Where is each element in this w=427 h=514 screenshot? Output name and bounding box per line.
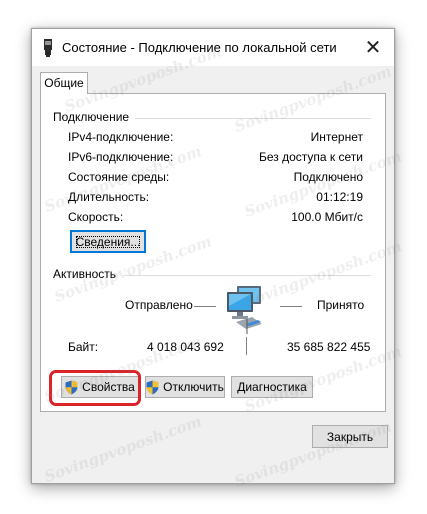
title-bar[interactable]: Состояние - Подключение по локальной сет… [32,29,394,66]
bytes-received-value: 35 685 822 455 [287,340,371,354]
disable-button-label: Отключить [163,380,224,394]
diagnose-button[interactable]: Диагностика [231,376,313,398]
close-button[interactable]: Закрыть [312,425,388,448]
ipv4-label: IPv4-подключение: [68,130,174,144]
close-button-label: Закрыть [326,429,374,444]
close-window-button[interactable]: ✕ [352,29,394,66]
activity-group-title: Активность [53,267,121,281]
properties-button[interactable]: Свойства [61,376,139,398]
speed-label: Скорость: [68,210,124,224]
ipv6-label: IPv6-подключение: [68,150,174,164]
received-connector-line [280,306,302,307]
status-dialog: Состояние - Подключение по локальной сет… [31,28,395,484]
ipv4-value: Интернет [310,130,363,144]
duration-label: Длительность: [68,190,150,204]
network-activity-icon [227,286,262,334]
uac-shield-icon [146,380,159,394]
general-tab-panel: Подключение IPv4-подключение: Интернет I… [40,93,386,412]
bytes-sent-value: 4 018 043 692 [147,340,224,354]
details-button[interactable]: Сведения... [70,230,146,253]
close-icon: ✕ [364,37,382,59]
uac-shield-icon [65,380,78,394]
network-adapter-icon [44,39,52,57]
connection-group-title: Подключение [53,110,134,124]
received-label: Принято [317,298,365,312]
tab-general[interactable]: Общие [40,72,88,94]
bytes-label: Байт: [68,340,99,354]
media-state-value: Подключено [293,170,363,184]
ipv6-value: Без доступа к сети [259,150,363,164]
connection-group-divider [135,118,371,119]
sent-connector-line [194,306,216,307]
properties-button-label: Свойства [82,380,135,394]
activity-group-divider [125,275,371,276]
duration-value: 01:12:19 [316,190,363,204]
bytes-divider [246,337,247,355]
disable-button[interactable]: Отключить [145,376,225,398]
window-title: Состояние - Подключение по локальной сет… [62,40,337,55]
details-button-label: Сведения... [73,233,144,251]
speed-value: 100.0 Мбит/с [291,210,363,224]
media-state-label: Состояние среды: [68,170,170,184]
diagnose-button-label: Диагностика [237,380,307,394]
sent-label: Отправлено [125,298,193,312]
